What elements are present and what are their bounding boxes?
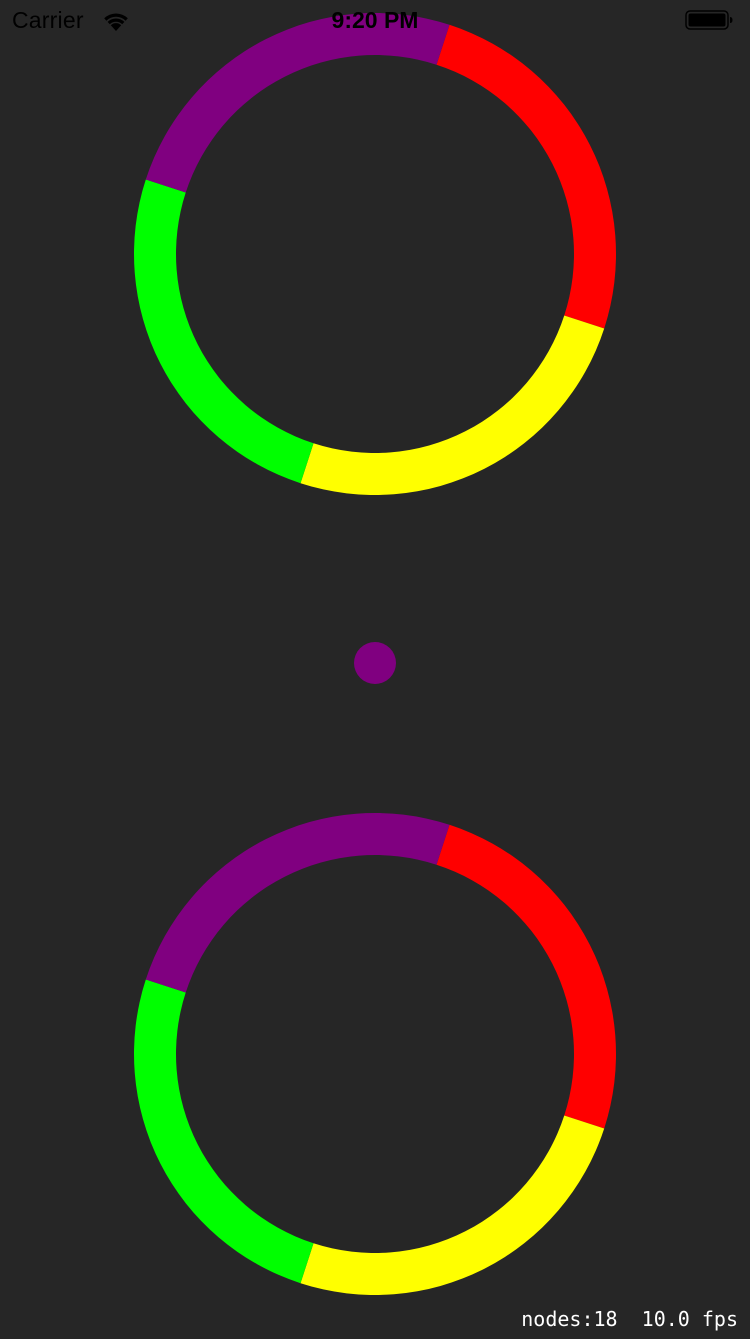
- battery-icon: [685, 10, 733, 30]
- status-time: 9:20 PM: [331, 7, 419, 33]
- status-bar: Carrier 9:20 PM: [0, 0, 750, 40]
- ring-segment-yellow: [300, 1115, 605, 1295]
- player-ball: [354, 642, 396, 684]
- ring-segment-red: [436, 24, 617, 329]
- color-ring-top: [134, 12, 617, 495]
- ring-segment-green: [134, 179, 314, 484]
- ring-segment-purple: [145, 813, 450, 993]
- color-ring-bottom: [134, 813, 617, 1295]
- game-scene[interactable]: [0, 0, 750, 1334]
- game-canvas[interactable]: [0, 0, 750, 1334]
- ring-segment-red: [436, 824, 617, 1129]
- ring-segment-green: [134, 979, 314, 1284]
- debug-stats-label: nodes:18 10.0 fps: [507, 1304, 750, 1334]
- ring-segment-yellow: [300, 315, 605, 495]
